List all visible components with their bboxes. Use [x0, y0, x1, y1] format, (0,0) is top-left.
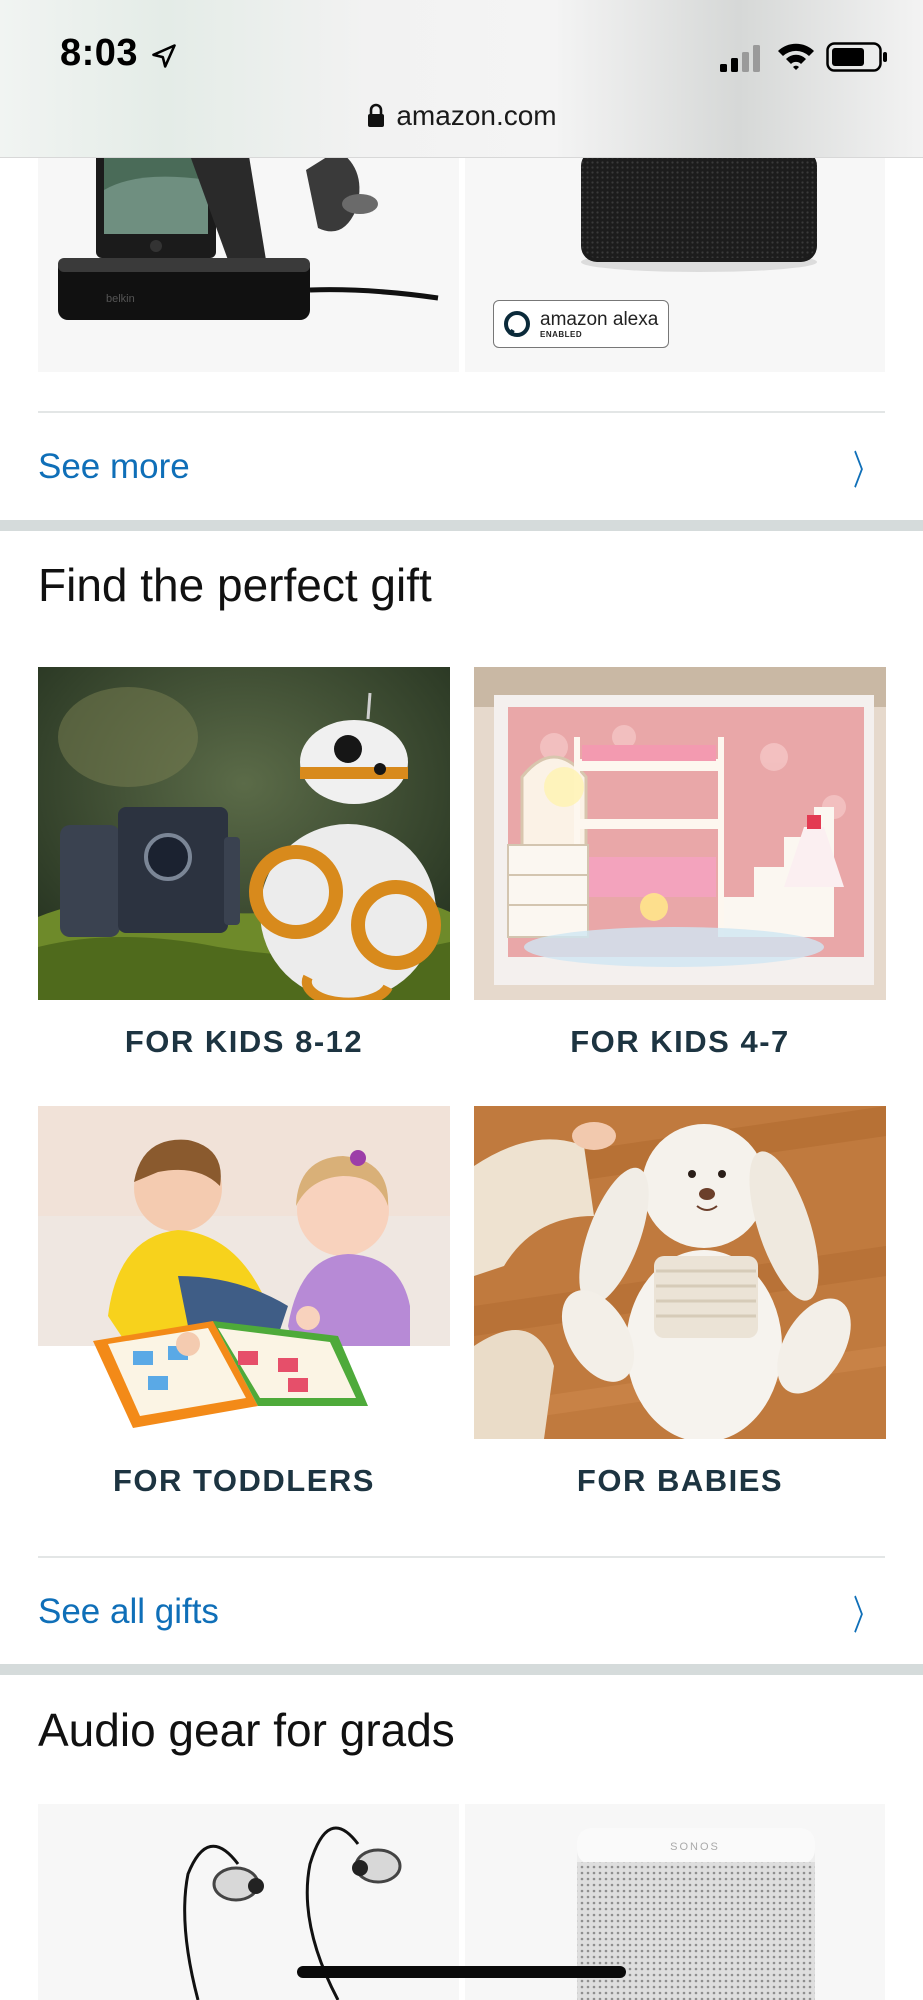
gift-card-kids-4-7[interactable]: FOR KIDS 4-7: [474, 667, 886, 1060]
browser-top-bar: 8:03 amazon.com: [0, 0, 923, 158]
see-more-link[interactable]: See more 〉: [38, 435, 885, 499]
lock-icon: [368, 103, 385, 127]
wifi-icon: [778, 43, 814, 70]
alexa-ring-icon: [504, 311, 530, 337]
divider: [38, 1556, 885, 1558]
section-separator: [0, 520, 923, 531]
product-tile-smart-speaker[interactable]: amazon alexa ENABLED: [465, 150, 885, 372]
gift-caption: FOR KIDS 8-12: [124, 1024, 364, 1059]
chevron-right-icon: 〉: [853, 448, 877, 494]
gift-image-babies: [474, 1106, 886, 1439]
chevron-right-icon: 〉: [853, 1593, 877, 1639]
see-more-label: See more: [38, 447, 190, 486]
gift-image-kids-4-7: [474, 667, 886, 1000]
alexa-badge-text: amazon alexa: [540, 308, 659, 330]
home-indicator[interactable]: [297, 1966, 626, 1978]
divider: [38, 411, 885, 413]
see-all-gifts-label: See all gifts: [38, 1592, 219, 1631]
alexa-badge: amazon alexa ENABLED: [493, 300, 669, 348]
section-title-gifts: Find the perfect gift: [38, 559, 432, 611]
alexa-badge-sub: ENABLED: [540, 329, 583, 339]
see-all-gifts-link[interactable]: See all gifts 〉: [38, 1580, 885, 1644]
section-title-audio: Audio gear for grads: [38, 1704, 455, 1756]
product-tile-charging-stand[interactable]: belkin: [38, 150, 459, 372]
speaker-brand-mark: SONOS: [670, 1841, 720, 1853]
section-separator: [0, 1664, 923, 1675]
charging-stand-image: belkin: [38, 150, 459, 372]
gift-card-babies[interactable]: FOR BABIES: [474, 1106, 886, 1499]
battery-icon: [826, 42, 887, 72]
gift-card-toddlers[interactable]: FOR TODDLERS: [38, 1106, 450, 1499]
gift-caption: FOR KIDS 4-7: [570, 1024, 790, 1059]
brand-mark: belkin: [106, 293, 135, 305]
status-time: 8:03: [60, 32, 139, 74]
address-bar[interactable]: amazon.com: [0, 96, 923, 136]
gift-caption: FOR TODDLERS: [113, 1463, 375, 1498]
gift-card-kids-8-12[interactable]: FOR KIDS 8-12: [38, 667, 450, 1060]
gift-caption: FOR BABIES: [576, 1463, 784, 1498]
location-arrow-icon: [152, 44, 176, 68]
url-text: amazon.com: [396, 100, 557, 131]
cellular-signal-icon: [720, 45, 760, 72]
gift-image-toddlers: [38, 1106, 450, 1439]
gift-image-kids-8-12: [38, 667, 450, 1000]
